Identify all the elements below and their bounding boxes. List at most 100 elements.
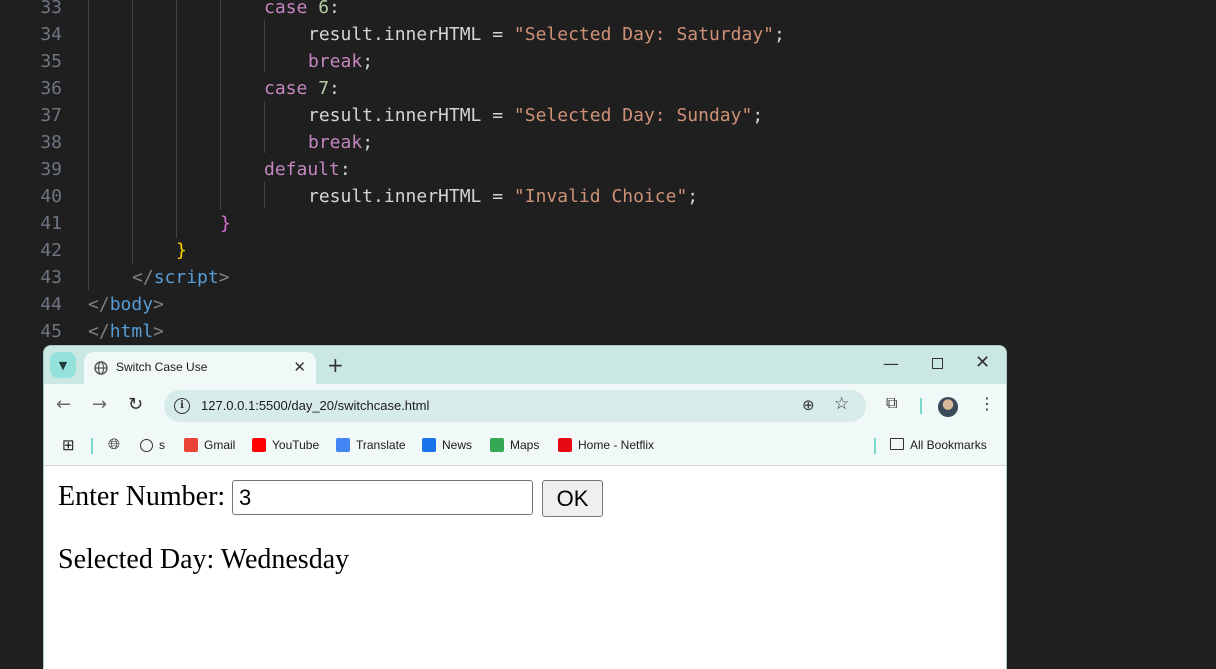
code-line[interactable]: 45 </html> — [0, 318, 1216, 345]
browser-window: ▼ Switch Case Use ✕ + — ✕ ← → ↻ i 127.0.… — [43, 345, 1007, 669]
netflix-icon — [558, 438, 572, 452]
bookmarks-divider — [874, 438, 876, 454]
globe-icon[interactable]: 🌐︎ — [108, 436, 120, 453]
code-line[interactable]: 34 result.innerHTML = "Selected Day: Satu… — [0, 21, 1216, 48]
reload-icon[interactable]: ↻ — [128, 394, 143, 415]
code-token: > — [153, 294, 164, 315]
code-token: break — [308, 132, 363, 153]
bookmark-label: Translate — [356, 438, 406, 452]
ok-button[interactable]: OK — [542, 480, 603, 517]
code-line[interactable]: 40 result.innerHTML = "Invalid Choice"; — [0, 183, 1216, 210]
code-text: result.innerHTML = "Invalid Choice"; — [308, 183, 698, 210]
bookmark-label: Maps — [510, 438, 540, 452]
code-token: 6 — [318, 0, 330, 18]
line-number: 36 — [40, 78, 62, 99]
code-line[interactable]: 41} — [0, 210, 1216, 237]
code-text: result.innerHTML = "Selected Day: Saturd… — [308, 21, 785, 48]
zoom-icon[interactable]: ⊕ — [802, 396, 815, 414]
line-number: 40 — [40, 186, 62, 207]
code-text: } — [176, 237, 187, 264]
bookmarks-divider — [91, 438, 93, 454]
maps-icon — [490, 438, 504, 452]
code-token: </ — [88, 321, 110, 342]
bookmark-star-icon[interactable]: ☆ — [834, 394, 849, 414]
code-token: } — [176, 240, 187, 261]
code-text: break; — [308, 48, 373, 75]
code-line[interactable]: 35 break; — [0, 48, 1216, 75]
bookmark-item[interactable]: Translate — [336, 438, 406, 452]
code-line[interactable]: 44 </body> — [0, 291, 1216, 318]
line-number: 34 — [40, 24, 62, 45]
news-icon — [422, 438, 436, 452]
tab-switch-case-use[interactable]: Switch Case Use ✕ — [84, 352, 316, 384]
code-line[interactable]: 33 case 6: — [0, 0, 1216, 21]
code-token: "Invalid Choice" — [513, 186, 688, 207]
code-token: script — [153, 267, 219, 288]
forward-icon[interactable]: → — [92, 394, 107, 415]
youtube-icon — [252, 438, 266, 452]
extensions-icon[interactable]: ⧉ — [886, 393, 897, 413]
code-token: ; — [774, 24, 785, 45]
code-token: : — [329, 0, 340, 18]
address-bar[interactable]: i 127.0.0.1:5500/day_20/switchcase.html … — [164, 390, 866, 422]
gmail-icon — [184, 438, 198, 452]
code-text: </body> — [88, 291, 164, 318]
site-info-icon[interactable]: i — [174, 398, 190, 414]
line-number: 41 — [40, 213, 62, 234]
all-bookmarks-label: All Bookmarks — [910, 438, 987, 452]
code-token: result.innerHTML = — [308, 105, 514, 126]
close-tab-icon[interactable]: ✕ — [293, 358, 306, 376]
bookmark-item[interactable]: Maps — [490, 438, 539, 452]
code-line[interactable]: 42} — [0, 237, 1216, 264]
code-line[interactable]: 38 break; — [0, 129, 1216, 156]
code-token: > — [153, 321, 164, 342]
result-text: Selected Day: Wednesday — [58, 544, 350, 575]
code-editor[interactable]: 33 case 6: 34 result.innerHTML = "Selected … — [0, 0, 1216, 345]
code-token: result.innerHTML = — [308, 186, 514, 207]
menu-kebab-icon[interactable]: ⋮ — [979, 394, 995, 413]
code-token: html — [109, 321, 154, 342]
code-line[interactable]: 39 default: — [0, 156, 1216, 183]
bookmark-item[interactable]: Gmail — [184, 438, 235, 452]
code-token: break — [308, 51, 363, 72]
line-number: 33 — [40, 0, 62, 18]
code-text: result.innerHTML = "Selected Day: Sunday… — [308, 102, 763, 129]
new-tab-button[interactable]: + — [327, 353, 344, 377]
all-bookmarks[interactable]: All Bookmarks — [890, 438, 987, 452]
back-icon[interactable]: ← — [56, 394, 71, 415]
line-number: 45 — [40, 321, 62, 342]
code-token: : — [329, 78, 340, 99]
bookmark-item[interactable]: News — [422, 438, 472, 452]
browser-toolbar: ← → ↻ i 127.0.0.1:5500/day_20/switchcase… — [44, 384, 1006, 428]
enter-number-label: Enter Number: — [58, 481, 226, 512]
code-token: : — [339, 159, 351, 180]
code-token: } — [220, 213, 231, 234]
tab-search-button[interactable]: ▼ — [50, 352, 76, 378]
close-window-icon[interactable]: ✕ — [975, 352, 990, 373]
bookmark-label: YouTube — [272, 438, 320, 452]
code-text: </script> — [132, 264, 230, 291]
number-input[interactable] — [232, 480, 533, 515]
translate-icon — [336, 438, 350, 452]
code-line[interactable]: 37 result.innerHTML = "Selected Day: Sund… — [0, 102, 1216, 129]
bookmarks-bar: ⊞ 🌐︎ s Gmail YouTube Translate News Maps Home … — [44, 428, 1006, 466]
url-text[interactable]: 127.0.0.1:5500/day_20/switchcase.html — [201, 398, 429, 413]
bookmark-item[interactable]: Home - Netflix — [558, 438, 654, 452]
code-line[interactable]: 36 case 7: — [0, 75, 1216, 102]
code-token: ; — [752, 105, 764, 126]
bookmark-label: s — [159, 438, 165, 452]
profile-avatar[interactable] — [938, 397, 958, 417]
code-line[interactable]: 43 </script> — [0, 264, 1216, 291]
code-token: body — [109, 294, 154, 315]
code-token: ; — [362, 132, 374, 153]
bookmark-item[interactable]: YouTube — [252, 438, 319, 452]
apps-grid-icon[interactable]: ⊞ — [62, 436, 75, 454]
minimize-icon[interactable]: — — [883, 354, 899, 373]
code-text: </html> — [88, 318, 164, 345]
bookmark-item[interactable]: s — [140, 438, 165, 452]
code-token: case — [264, 78, 308, 99]
maximize-icon[interactable] — [932, 358, 943, 369]
code-text: break; — [308, 129, 373, 156]
